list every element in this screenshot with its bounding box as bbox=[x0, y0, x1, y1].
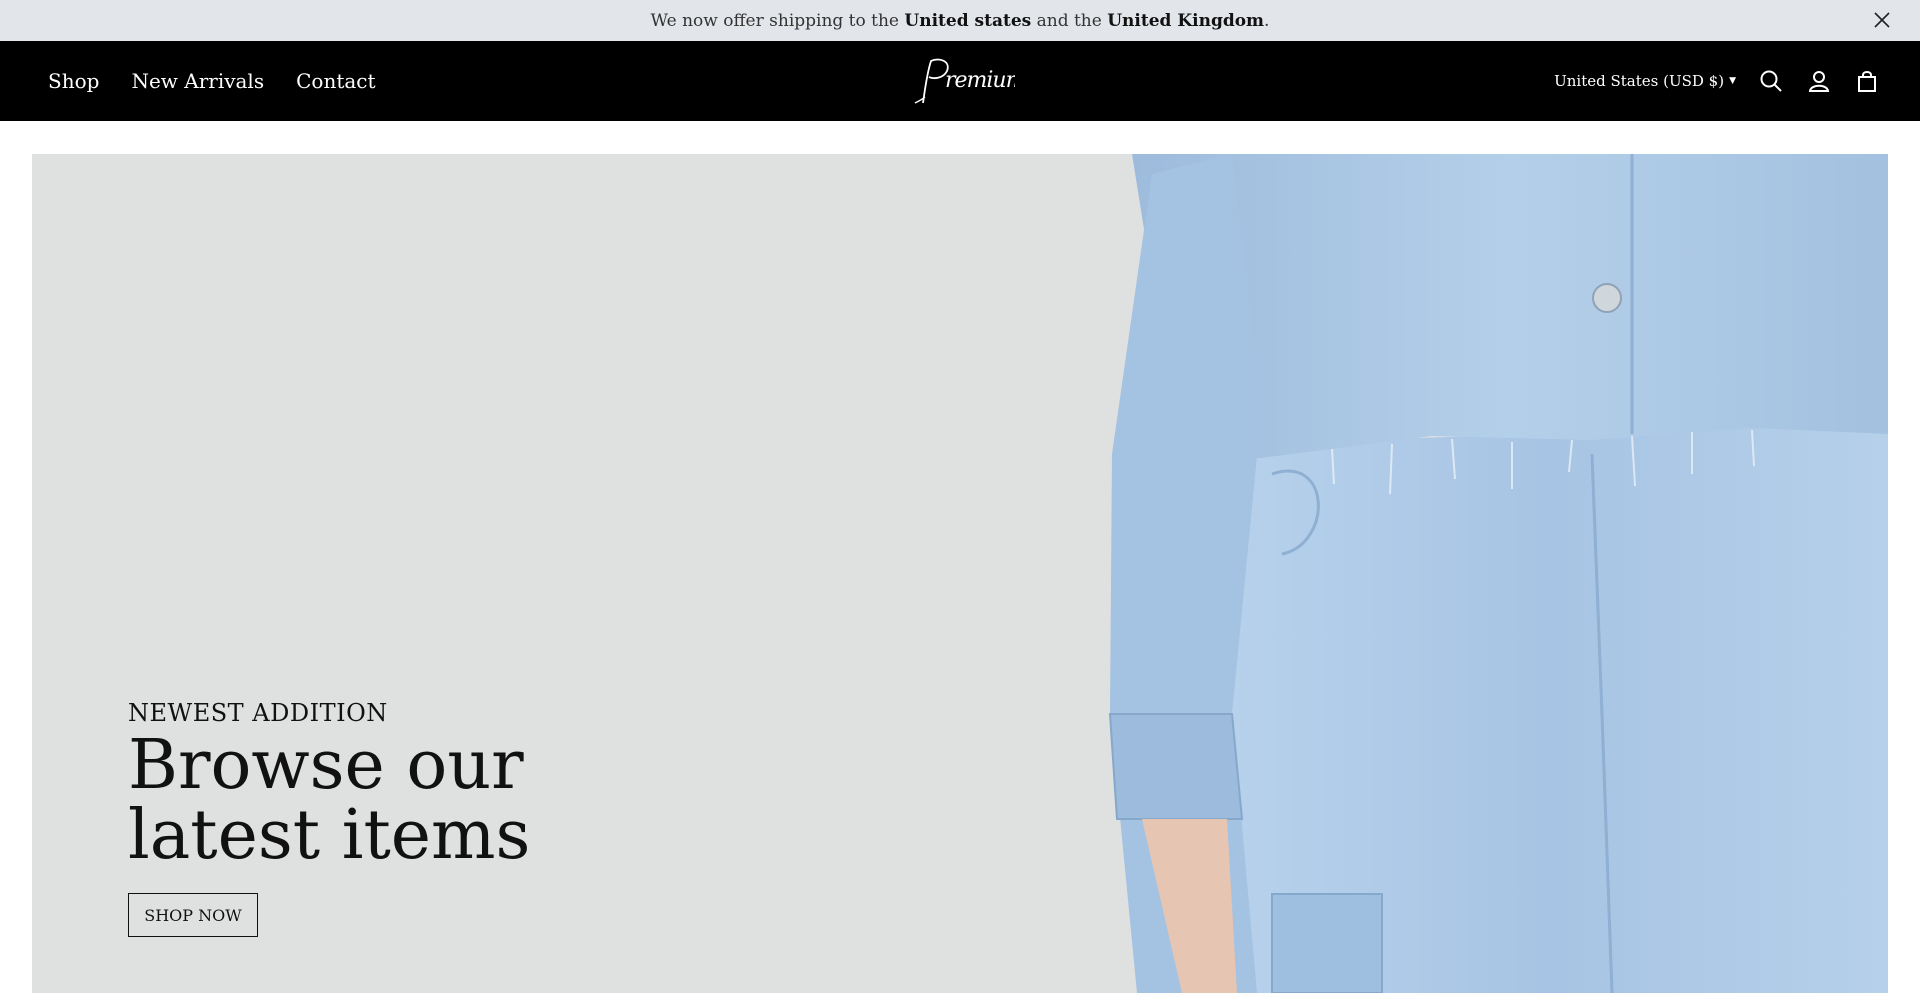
announcement-text: We now offer shipping to the United stat… bbox=[650, 10, 1270, 31]
svg-text:remium: remium bbox=[945, 68, 1015, 93]
caret-down-icon: ▼ bbox=[1729, 76, 1736, 86]
shop-now-button[interactable]: SHOP NOW bbox=[128, 893, 258, 937]
search-icon[interactable] bbox=[1758, 68, 1784, 94]
nav-contact[interactable]: Contact bbox=[296, 69, 375, 93]
cart-icon[interactable] bbox=[1854, 68, 1880, 94]
currency-selector[interactable]: United States (USD $) ▼ bbox=[1554, 72, 1736, 90]
close-icon[interactable] bbox=[1872, 10, 1892, 30]
main-nav: Shop New Arrivals Contact bbox=[48, 41, 376, 121]
nav-new-arrivals[interactable]: New Arrivals bbox=[131, 69, 264, 93]
announcement-bar: We now offer shipping to the United stat… bbox=[0, 0, 1920, 41]
account-icon[interactable] bbox=[1806, 68, 1832, 94]
site-header: Shop New Arrivals Contact remium United … bbox=[0, 41, 1920, 121]
hero-eyebrow: NEWEST ADDITION bbox=[128, 699, 388, 727]
hero-text-block: NEWEST ADDITION Browse our latest items … bbox=[128, 699, 648, 937]
header-tools: United States (USD $) ▼ bbox=[1554, 41, 1880, 121]
hero-headline: Browse our latest items bbox=[128, 726, 531, 875]
site-logo[interactable]: remium bbox=[905, 53, 1015, 109]
nav-shop[interactable]: Shop bbox=[48, 69, 99, 93]
hero-banner: NEWEST ADDITION Browse our latest items … bbox=[32, 154, 1888, 993]
